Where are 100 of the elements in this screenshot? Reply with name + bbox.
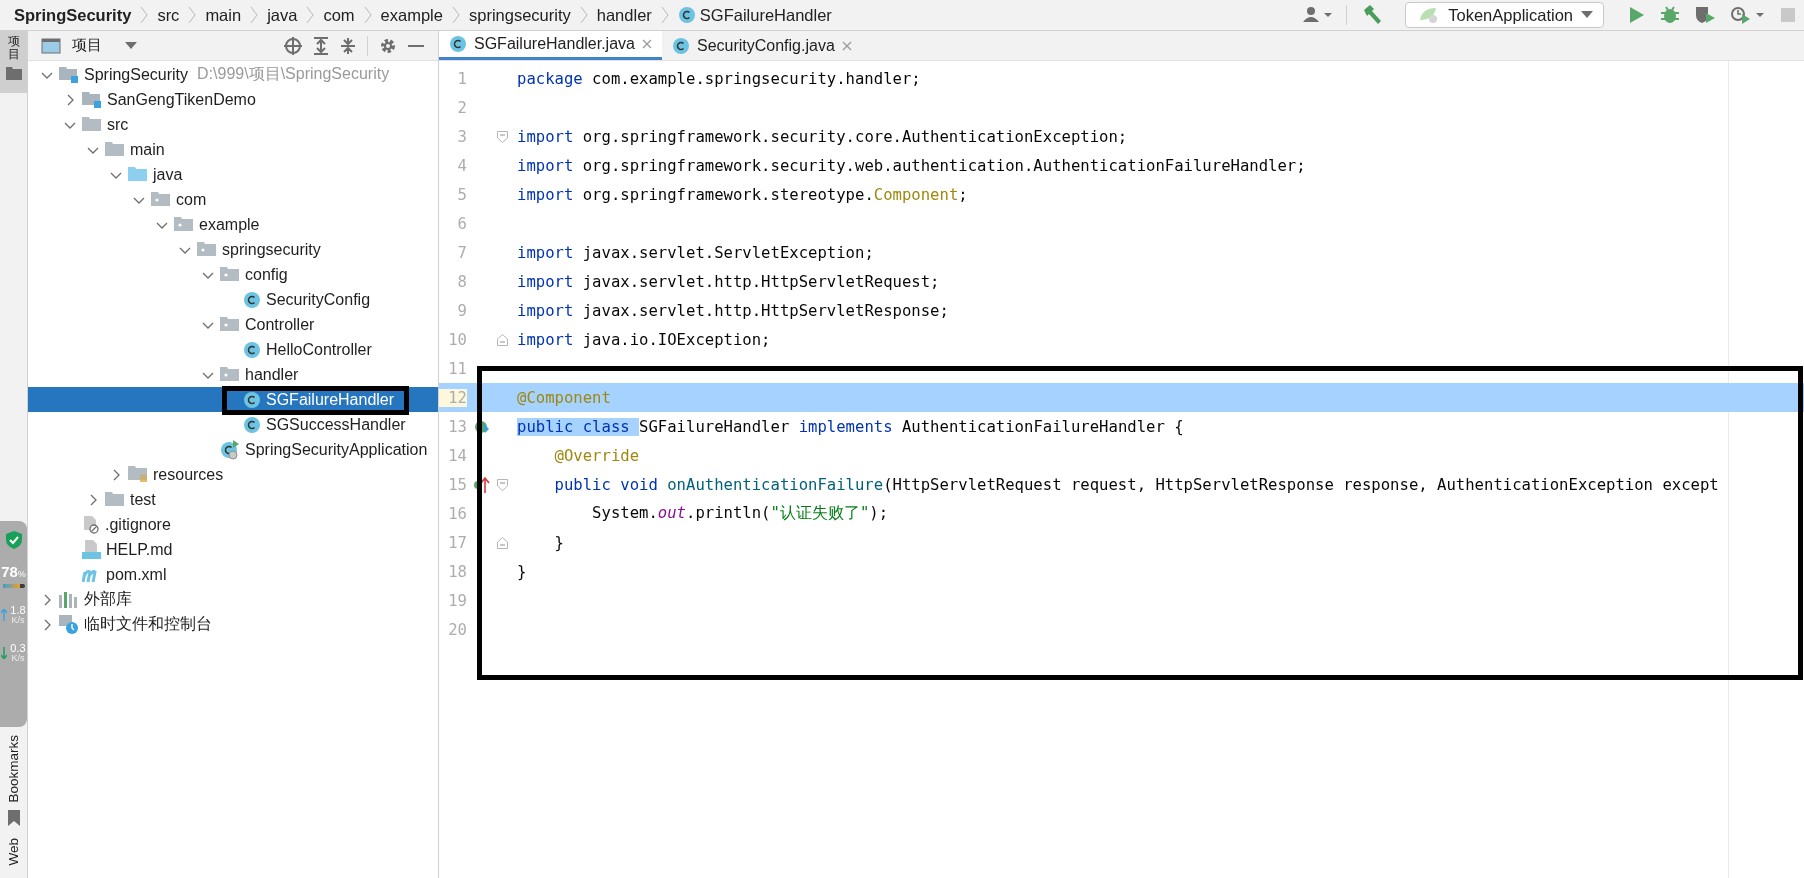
side-tab[interactable]: Bookmarks [6,734,21,827]
class-icon [243,390,261,409]
folder-icon [105,492,125,507]
tree-item[interactable]: SanGengTikenDemo [28,87,438,112]
tree-item[interactable]: SpringSecurityApplication [28,437,438,462]
tree-item[interactable]: 外部库 [28,587,438,612]
ignored-file-icon [82,515,100,534]
window-icon [41,37,61,54]
package-folder-icon [220,367,240,382]
tree-item[interactable]: HELP.md [28,537,438,562]
user-icon[interactable] [1302,5,1333,25]
speed-unit: K/s [11,616,25,626]
tree-item[interactable]: com [28,187,438,212]
class-icon [449,35,467,53]
side-tab[interactable]: Web [6,838,21,866]
speed-unit: K/s [11,654,25,664]
breadcrumb-item[interactable]: SGFailureHandler [699,5,832,25]
tree-item[interactable]: src [28,112,438,137]
breadcrumb-item[interactable]: SpringSecurity [14,5,132,25]
usage-bar [2,584,25,588]
expand-all-icon[interactable] [313,36,329,55]
class-icon [677,6,696,24]
bug-icon[interactable] [1660,5,1680,25]
tree-item[interactable]: example [28,212,438,237]
tree-item[interactable]: resources [28,462,438,487]
breadcrumb-item[interactable]: java [267,5,298,25]
markdown-file-icon [82,540,101,559]
fold-marker-icon[interactable] [497,333,508,346]
breadcrumb-item[interactable]: com [323,5,355,25]
download-speed: 0.3 [10,642,26,654]
line-number: 6 [456,214,467,233]
folder-icon [5,67,22,81]
shield-check-icon [5,531,22,549]
module-folder-icon [82,91,102,108]
code-line: @Component [517,388,611,407]
close-icon[interactable] [841,40,852,51]
folder-icon [105,142,125,157]
package-folder-icon [220,267,240,282]
tree-item[interactable]: HelloController [28,337,438,362]
class-icon [243,415,261,434]
hammer-icon[interactable] [1361,4,1384,26]
tree-item[interactable]: main [28,137,438,162]
tree-item[interactable]: SecurityConfig [28,287,438,312]
line-number: 17 [447,533,467,552]
line-number: 4 [456,156,467,175]
chevron-icon [140,5,149,25]
clock-run-icon[interactable] [1730,5,1766,25]
chevron-icon [451,5,460,25]
breadcrumb-item[interactable]: handler [596,5,652,25]
line-number: 5 [456,185,467,204]
folder-icon [82,117,102,132]
close-icon[interactable] [641,39,652,49]
breadcrumb-item[interactable]: springsecurity [468,5,571,25]
project-side-tab[interactable]: 项目 [0,31,27,93]
upload-speed: 1.8 [10,604,26,616]
panel-title[interactable]: 项目 [72,36,102,55]
override-gutter-icon[interactable] [473,475,491,494]
code-line: public void onAuthenticationFailure(HttpServletRequest request, HttpServletResponse response, AuthenticationException except [553,475,1719,494]
code-line: import javax.servlet.http.HttpServletResponse; [517,301,949,320]
libraries-icon [59,591,79,608]
crosshair-icon[interactable] [284,36,302,55]
editor-tab[interactable]: SecurityConfig.java [661,31,862,60]
fold-marker-icon[interactable] [497,130,508,143]
path-hint: D:\999\项目\SpringSecurity [197,64,390,84]
breadcrumb-item[interactable]: main [205,5,242,25]
line-number: 7 [456,243,467,262]
tree-item[interactable]: SpringSecurity D:\999\项目\SpringSecurity [28,62,438,87]
collapse-all-icon[interactable] [340,36,356,55]
line-number: 12 [439,388,467,407]
run-config-dropdown[interactable]: TokenApplication [1405,2,1604,28]
line-number: 19 [447,591,467,610]
bean-gutter-icon[interactable] [474,418,490,435]
editor-tab[interactable]: SGFailureHandler.java [439,31,662,60]
tree-item[interactable]: .gitignore [28,512,438,537]
shield-run-icon[interactable] [1694,5,1716,25]
class-icon [243,290,261,309]
tree-item[interactable]: java [28,162,438,187]
tree-item[interactable]: test [28,487,438,512]
tree-item[interactable]: springsecurity [28,237,438,262]
chevron-icon [363,5,372,25]
tree-item[interactable]: 临时文件和控制台 [28,612,438,637]
settings-icon[interactable] [379,36,397,55]
tree-item[interactable]: handler [28,362,438,387]
line-number: 13 [447,417,467,436]
class-icon [671,36,690,55]
code-line: import java.io.IOException; [517,330,771,349]
tree-item[interactable]: SGSuccessHandler [28,412,438,437]
code-line: import org.springframework.security.core.AuthenticationException; [517,127,1128,146]
breadcrumb-item[interactable]: src [157,5,180,25]
caret-icon[interactable] [125,41,137,50]
fold-marker-icon[interactable] [497,536,508,549]
tree-item[interactable]: config [28,262,438,287]
folder-icon [128,167,148,182]
breadcrumb-item[interactable]: example [380,5,443,25]
package-folder-icon [220,317,240,332]
tree-item[interactable]: pom.xml [28,562,438,587]
class-icon [243,340,261,359]
tree-item[interactable]: Controller [28,312,438,337]
line-number: 3 [456,127,467,146]
fold-marker-icon[interactable] [497,478,508,491]
